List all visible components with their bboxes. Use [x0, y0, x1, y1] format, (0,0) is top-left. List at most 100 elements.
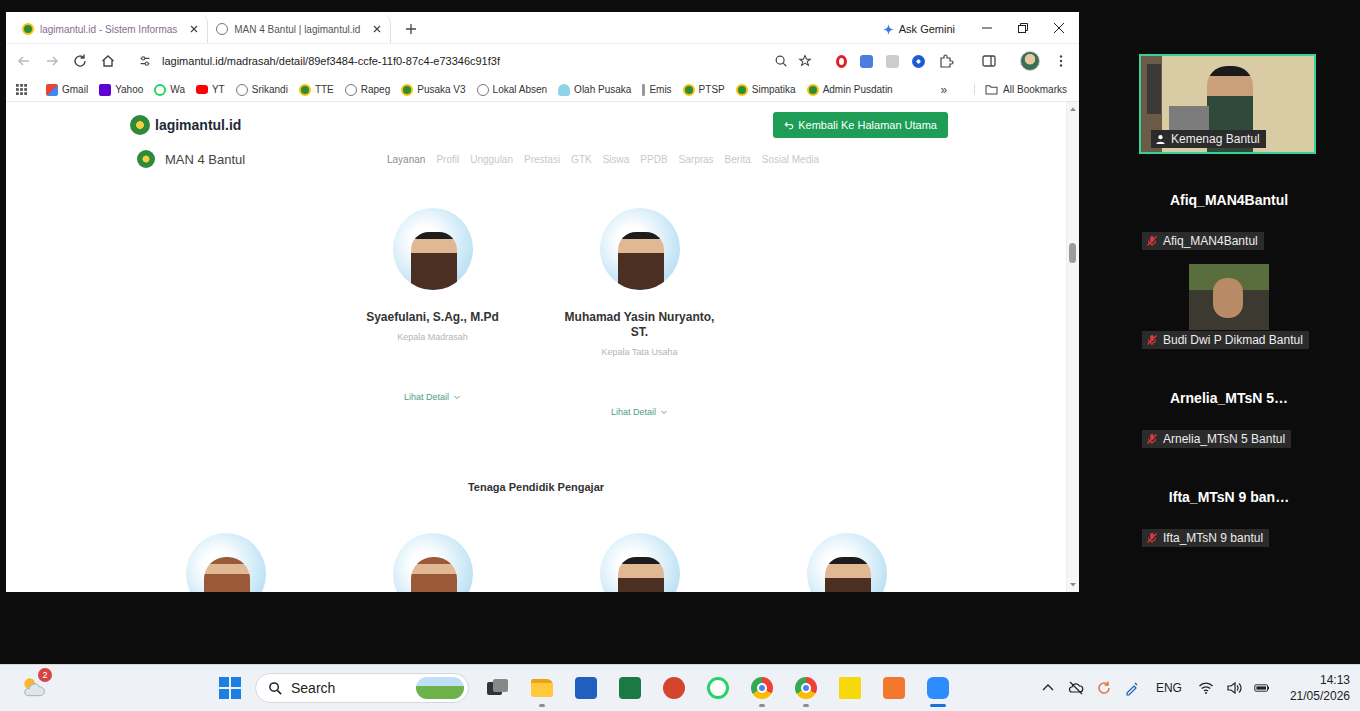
translate-icon[interactable] — [860, 55, 873, 68]
forward-icon[interactable] — [44, 53, 60, 69]
speaker-icon[interactable] — [1226, 680, 1242, 696]
teacher-card[interactable] — [329, 533, 536, 592]
address-bar[interactable]: lagimantul.id/madrasah/detail/89ef3484-c… — [134, 48, 824, 74]
detail-link[interactable]: Lihat Detail — [404, 392, 461, 402]
participant-name: Ifta_MTsN 9 ban… — [1169, 475, 1289, 505]
minimize-icon[interactable] — [981, 22, 993, 34]
menu-icon[interactable] — [1053, 53, 1069, 69]
bookmark[interactable]: Rapeg — [345, 84, 390, 96]
nav-link[interactable]: GTK — [571, 154, 592, 165]
bookmark[interactable]: Srikandi — [236, 84, 288, 96]
window-controls — [981, 22, 1065, 34]
wifi-icon[interactable] — [1198, 680, 1214, 696]
ask-gemini-button[interactable]: Ask Gemini — [883, 23, 955, 35]
bookmark[interactable]: Simpatika — [736, 84, 796, 96]
site-logo[interactable]: lagimantul.id — [130, 115, 241, 135]
pen-mic-icon[interactable] — [1124, 680, 1140, 696]
nav-link[interactable]: PPDB — [640, 154, 667, 165]
extension-icon[interactable] — [912, 55, 925, 68]
new-tab-icon[interactable] — [405, 23, 417, 35]
taskbar-app[interactable] — [835, 668, 865, 708]
teacher-card[interactable] — [743, 533, 950, 592]
detail-link[interactable]: Lihat Detail — [611, 407, 668, 417]
zoom-lens-icon[interactable] — [774, 54, 788, 68]
nav-link[interactable]: Berita — [725, 154, 751, 165]
bookmark[interactable]: YT — [196, 84, 225, 95]
taskbar-app[interactable] — [747, 668, 777, 708]
back-icon[interactable] — [16, 53, 32, 69]
nav-link[interactable]: Profil — [436, 154, 459, 165]
browser-tab[interactable]: lagimantul.id - Sistem Informas — [14, 15, 208, 43]
all-bookmarks-button[interactable]: All Bookmarks — [974, 84, 1067, 95]
apps-grid-icon[interactable] — [16, 84, 27, 95]
taskbar-app[interactable] — [923, 668, 953, 708]
teacher-photo — [600, 533, 680, 592]
input-language[interactable]: ENG — [1156, 681, 1182, 695]
browser-tab[interactable]: MAN 4 Bantul | lagimantul.id — [208, 15, 391, 43]
scroll-down-icon[interactable] — [1069, 582, 1077, 588]
weather-widget[interactable]: 2 — [20, 674, 48, 702]
sync-icon[interactable] — [1096, 680, 1112, 696]
nav-link[interactable]: Prestasi — [524, 154, 560, 165]
nav-link[interactable]: Sosial Media — [762, 154, 819, 165]
teacher-card[interactable] — [536, 533, 743, 592]
nav-link[interactable]: Siswa — [603, 154, 630, 165]
scroll-thumb[interactable] — [1069, 243, 1076, 263]
puzzle-icon[interactable] — [938, 53, 954, 69]
participant-tile[interactable]: Afiq_MAN4BantulAfiq_MAN4Bantul — [1138, 154, 1320, 253]
participant-tile[interactable]: Arnelia_MTsN 5…Arnelia_MTsN 5 Bantul — [1138, 352, 1320, 451]
bookmark[interactable]: PTSP — [683, 84, 725, 96]
bookmark[interactable]: Admin Pusdatin — [807, 84, 893, 96]
side-panel-icon[interactable] — [981, 53, 997, 69]
meeting-participants: Kemenag BantulAfiq_MAN4BantulAfiq_MAN4Ba… — [1138, 54, 1320, 550]
opera-icon[interactable] — [836, 55, 847, 68]
staff-name: Muhamad Yasin Nuryanto, ST. — [560, 310, 720, 340]
taskbar-app[interactable] — [791, 668, 821, 708]
back-home-button[interactable]: Kembali Ke Halaman Utama — [773, 112, 948, 138]
nav-link[interactable]: Unggulan — [470, 154, 513, 165]
scroll-up-icon[interactable] — [1069, 106, 1077, 112]
participant-tile[interactable]: Budi Dwi P Dikmad Bantul — [1138, 253, 1320, 352]
camera-icon[interactable] — [886, 55, 899, 68]
close-window-icon[interactable] — [1053, 22, 1065, 34]
taskbar-app[interactable] — [879, 668, 909, 708]
taskbar-app[interactable] — [527, 668, 557, 708]
teacher-card[interactable] — [122, 533, 329, 592]
bookmark[interactable]: Wa — [154, 84, 185, 96]
profile-avatar-icon[interactable] — [1020, 51, 1040, 71]
cloud-off-icon[interactable] — [1068, 680, 1084, 696]
toolbar: lagimantul.id/madrasah/detail/89ef3484-c… — [6, 44, 1079, 78]
bookmark[interactable]: Emis — [642, 84, 671, 96]
clock[interactable]: 14:1321/05/2026 — [1290, 672, 1350, 704]
taskbar-app[interactable] — [615, 668, 645, 708]
chevron-up-icon[interactable] — [1040, 680, 1056, 696]
bookmark[interactable]: Lokal Absen — [477, 84, 548, 96]
taskbar-app[interactable] — [703, 668, 733, 708]
video-tile[interactable]: Kemenag Bantul — [1139, 54, 1316, 154]
close-icon[interactable] — [372, 24, 382, 34]
taskbar-app[interactable] — [571, 668, 601, 708]
nav-link[interactable]: Layanan — [387, 154, 425, 165]
nav-link[interactable]: Sarpras — [679, 154, 714, 165]
site-info-icon[interactable] — [138, 54, 152, 68]
bookmark-icon — [345, 84, 357, 96]
reload-icon[interactable] — [72, 53, 88, 69]
taskbar-app[interactable] — [483, 668, 513, 708]
taskbar-app[interactable] — [659, 668, 689, 708]
restore-icon[interactable] — [1017, 22, 1029, 34]
bookmark[interactable]: Pusaka V3 — [401, 84, 465, 96]
home-icon[interactable] — [100, 53, 116, 69]
bookmark[interactable]: Olah Pusaka — [558, 84, 631, 96]
bookmark[interactable]: Gmail — [46, 84, 88, 96]
scrollbar[interactable] — [1066, 102, 1079, 592]
star-icon[interactable] — [798, 54, 812, 68]
more-bookmarks-button[interactable]: » — [940, 83, 947, 97]
bookmark[interactable]: TTE — [299, 84, 334, 96]
close-icon[interactable] — [189, 24, 199, 34]
start-button-icon[interactable] — [219, 677, 241, 699]
participant-tile[interactable]: Ifta_MTsN 9 ban…Ifta_MTsN 9 bantul — [1138, 451, 1320, 550]
search-box[interactable]: Search — [255, 673, 469, 703]
page-viewport: lagimantul.idKembali Ke Halaman UtamaMAN… — [6, 102, 1079, 592]
bookmark[interactable]: Yahoo — [99, 84, 143, 96]
battery-icon[interactable] — [1254, 680, 1270, 696]
